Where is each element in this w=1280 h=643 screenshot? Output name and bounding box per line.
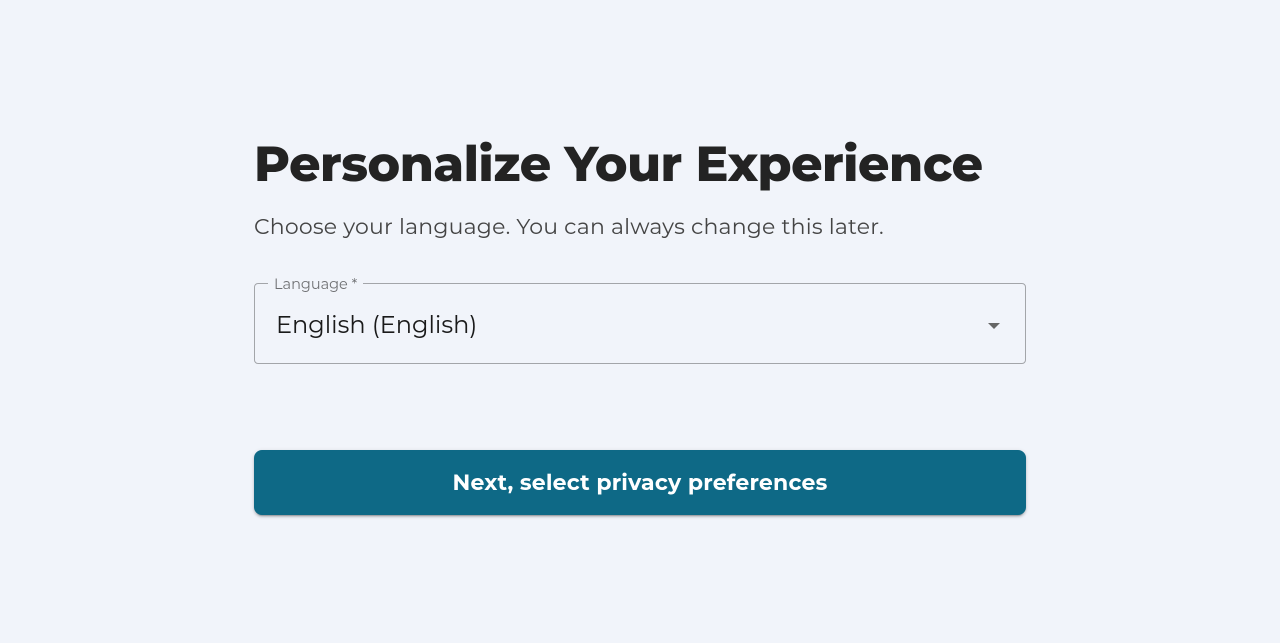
language-field: English (English) Language * [254,288,1026,364]
language-selected-value: English (English) [276,311,477,340]
page-title: Personalize Your Experience [254,136,1026,195]
next-button[interactable]: Next, select privacy preferences [254,450,1026,515]
language-select[interactable]: English (English) [254,288,1026,364]
page-subtitle: Choose your language. You can always cha… [254,213,1026,240]
onboarding-panel: Personalize Your Experience Choose your … [254,0,1026,515]
chevron-down-icon [988,323,1000,329]
